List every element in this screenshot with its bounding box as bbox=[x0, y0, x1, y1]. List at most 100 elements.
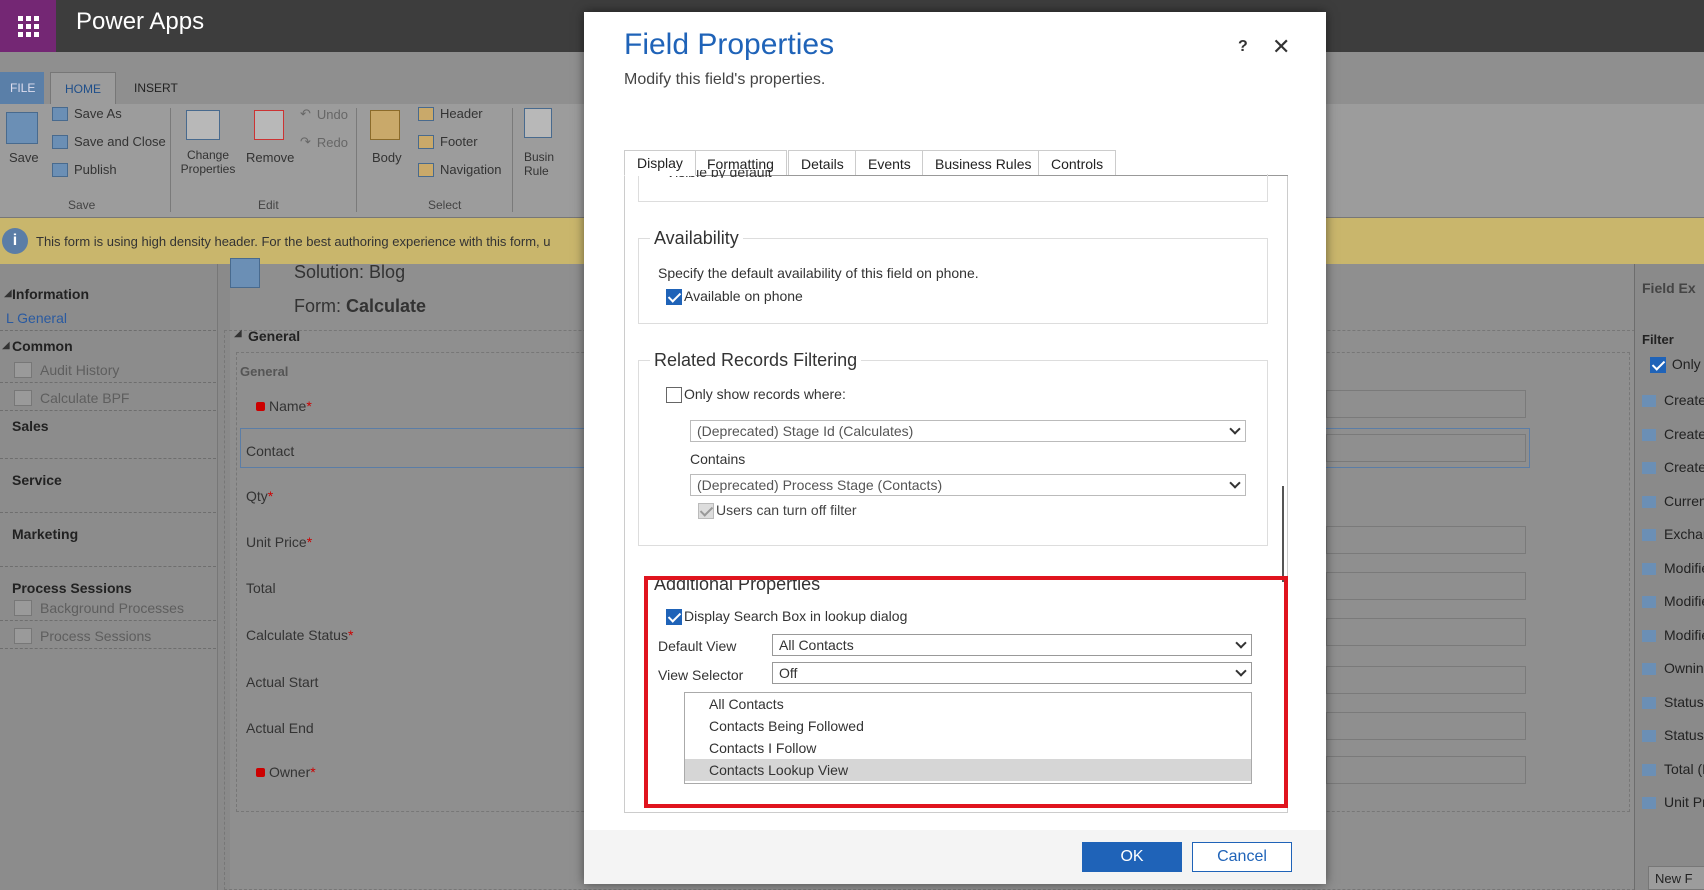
properties-icon bbox=[186, 110, 220, 140]
nav-item-process-sessions[interactable]: Process Sessions bbox=[40, 628, 151, 644]
publish-button[interactable]: Publish bbox=[52, 162, 117, 177]
tab-file[interactable]: FILE bbox=[0, 72, 44, 104]
nav-section-process-sessions[interactable]: Process Sessions bbox=[12, 580, 132, 596]
required-mark: * bbox=[306, 534, 313, 550]
field-calculate-status[interactable]: Calculate Status* bbox=[246, 627, 353, 643]
body-button[interactable] bbox=[370, 110, 404, 144]
remove-icon bbox=[254, 110, 284, 140]
field-input-box[interactable] bbox=[1326, 666, 1526, 694]
only-show-records-label: Only show records where: bbox=[684, 386, 846, 402]
available-on-phone-checkbox[interactable]: Available on phone bbox=[666, 288, 803, 306]
field-input-box[interactable] bbox=[1326, 756, 1526, 784]
field-list-item-label: Modifie bbox=[1664, 593, 1704, 609]
close-icon[interactable]: ✕ bbox=[1272, 34, 1290, 60]
field-list-item[interactable]: Status bbox=[1642, 694, 1704, 710]
field-input-box[interactable] bbox=[1326, 618, 1526, 646]
app-title: Power Apps bbox=[76, 8, 205, 35]
nav-item-calculate-bpf[interactable]: Calculate BPF bbox=[40, 390, 129, 406]
ok-button[interactable]: OK bbox=[1082, 842, 1182, 872]
nav-section-marketing[interactable]: Marketing bbox=[12, 526, 78, 542]
only-label: Only bbox=[1671, 356, 1701, 372]
field-input-box[interactable] bbox=[1326, 434, 1526, 462]
field-list-item-label: Modifie bbox=[1664, 559, 1704, 576]
help-button[interactable]: ? bbox=[1238, 38, 1248, 56]
tab-display[interactable]: Display bbox=[624, 150, 696, 176]
field-list-item[interactable]: Unit Pr bbox=[1642, 794, 1704, 810]
tab-details[interactable]: Details bbox=[788, 150, 857, 176]
field-input-box[interactable] bbox=[1326, 390, 1526, 418]
save-close-button[interactable]: Save and Close bbox=[52, 134, 166, 149]
nav-item-audit-history[interactable]: Audit History bbox=[40, 362, 119, 378]
app-launcher-button[interactable] bbox=[0, 0, 56, 52]
ribbon-separator bbox=[356, 108, 357, 212]
nav-section-information[interactable]: Information bbox=[12, 286, 89, 302]
nav-section-common[interactable]: Common bbox=[12, 338, 73, 354]
field-list-item[interactable]: Curren bbox=[1642, 493, 1704, 509]
field-actual-start[interactable]: Actual Start bbox=[246, 674, 318, 690]
cancel-button[interactable]: Cancel bbox=[1192, 842, 1292, 872]
nav-item-general[interactable]: L General bbox=[6, 310, 67, 326]
field-list-item[interactable]: Modifie bbox=[1642, 593, 1704, 609]
field-list-item[interactable]: Exchan bbox=[1642, 526, 1704, 542]
footer-icon bbox=[418, 134, 434, 149]
tab-events[interactable]: Events bbox=[855, 150, 924, 176]
scrollbar[interactable] bbox=[1282, 486, 1284, 582]
business-rules-button[interactable] bbox=[524, 108, 554, 142]
field-owner[interactable]: Owner* bbox=[256, 764, 316, 780]
field-label: Unit Price bbox=[246, 534, 307, 550]
contains-field-select[interactable]: (Deprecated) Process Stage (Contacts) bbox=[690, 474, 1246, 496]
nav-item-background-processes[interactable]: Background Processes bbox=[40, 600, 184, 616]
field-list-item[interactable]: Create bbox=[1642, 459, 1704, 475]
field-list-item[interactable]: Create bbox=[1642, 426, 1704, 442]
field-input-box[interactable] bbox=[1326, 712, 1526, 740]
change-properties-button[interactable] bbox=[186, 110, 226, 144]
remove-button[interactable] bbox=[254, 110, 288, 144]
group-label-save: Save bbox=[68, 198, 96, 212]
field-list-item[interactable]: Ownin bbox=[1642, 660, 1704, 676]
new-field-button[interactable]: New F bbox=[1648, 866, 1704, 890]
users-can-turn-off-checkbox[interactable]: Users can turn off filter bbox=[698, 502, 857, 520]
tab-business-rules[interactable]: Business Rules bbox=[922, 150, 1045, 176]
field-actual-end[interactable]: Actual End bbox=[246, 720, 314, 736]
section-header[interactable]: General bbox=[248, 328, 300, 344]
field-name[interactable]: Name* bbox=[256, 398, 312, 414]
field-list-item[interactable]: Modifie bbox=[1642, 560, 1704, 576]
header-button[interactable]: Header bbox=[418, 106, 483, 121]
tab-controls[interactable]: Controls bbox=[1038, 150, 1117, 176]
tab-home[interactable]: HOME bbox=[50, 72, 116, 104]
undo-button[interactable]: ↶ Undo bbox=[300, 106, 348, 122]
field-list-item[interactable]: Create bbox=[1642, 392, 1704, 408]
save-as-button[interactable]: Save As bbox=[52, 106, 122, 121]
left-navigation bbox=[0, 264, 218, 890]
field-list-item[interactable]: Total (E bbox=[1642, 761, 1704, 777]
only-unused-checkbox[interactable]: Only bbox=[1650, 356, 1701, 374]
field-total[interactable]: Total bbox=[246, 580, 276, 596]
chevron-down-icon bbox=[1229, 423, 1241, 435]
availability-legend: Availability bbox=[650, 228, 743, 249]
nav-section-sales[interactable]: Sales bbox=[12, 418, 49, 434]
save-button[interactable] bbox=[6, 112, 40, 146]
footer-button[interactable]: Footer bbox=[418, 134, 478, 149]
redo-button[interactable]: ↷ Redo bbox=[300, 134, 348, 150]
navigation-button[interactable]: Navigation bbox=[418, 162, 501, 177]
field-contact[interactable]: Contact bbox=[246, 443, 294, 459]
field-input-box[interactable] bbox=[1326, 526, 1526, 554]
field-icon bbox=[1642, 428, 1656, 441]
field-qty[interactable]: Qty* bbox=[246, 488, 273, 504]
field-list-item[interactable]: Status bbox=[1642, 727, 1704, 743]
filter-field-select[interactable]: (Deprecated) Stage Id (Calculates) bbox=[690, 420, 1246, 442]
body-icon bbox=[370, 110, 400, 140]
available-on-phone-label: Available on phone bbox=[684, 288, 803, 304]
field-unit-price[interactable]: Unit Price* bbox=[246, 534, 312, 550]
field-icon bbox=[1642, 730, 1656, 743]
required-mark: * bbox=[310, 764, 316, 780]
field-list-item[interactable]: Modifie bbox=[1642, 627, 1704, 643]
field-list-item-label: Create bbox=[1664, 392, 1704, 408]
tab-insert[interactable]: INSERT bbox=[120, 72, 192, 104]
field-icon bbox=[1642, 495, 1656, 508]
nav-section-service[interactable]: Service bbox=[12, 472, 62, 488]
field-input-box[interactable] bbox=[1326, 572, 1526, 600]
only-show-records-checkbox[interactable]: Only show records where: bbox=[666, 386, 846, 404]
field-list-item-label: Exchan bbox=[1664, 526, 1704, 542]
filter-field-value: (Deprecated) Stage Id (Calculates) bbox=[697, 423, 914, 439]
